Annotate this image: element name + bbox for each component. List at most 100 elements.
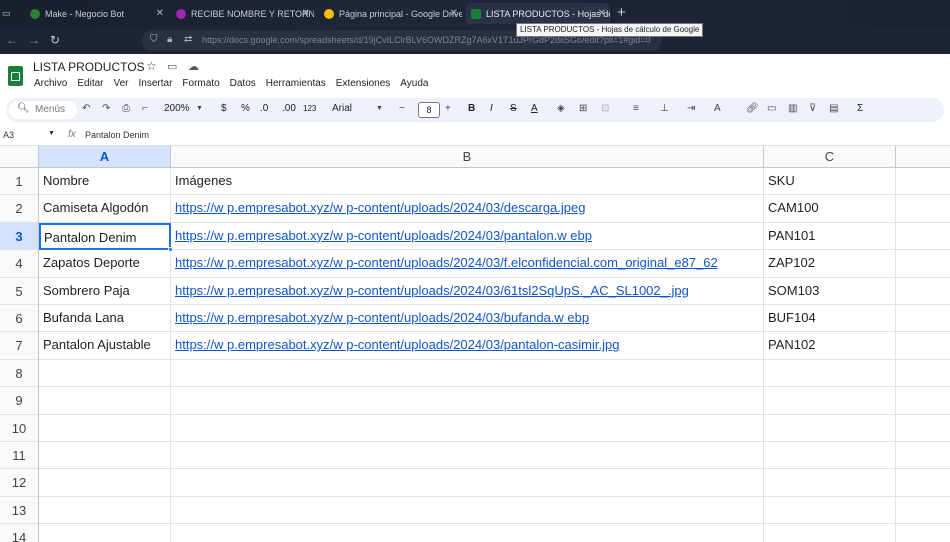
shield-icon[interactable]: ⛉: [150, 34, 158, 45]
cell-d11[interactable]: [896, 442, 950, 470]
browser-tab-make[interactable]: Make - Negocio Bot ✕: [28, 3, 168, 24]
increase-font-size-button[interactable]: +: [445, 103, 451, 114]
functions-button[interactable]: Σ: [857, 103, 863, 114]
star-icon[interactable]: ☆: [146, 59, 157, 73]
back-icon[interactable]: ←: [6, 33, 18, 47]
formula-input[interactable]: Pantalon Denim: [85, 130, 149, 140]
cell-d6[interactable]: [896, 305, 950, 333]
filter-icon[interactable]: ⊽: [809, 103, 816, 114]
close-icon[interactable]: ✕: [450, 8, 458, 19]
zoom-select[interactable]: 200%: [164, 103, 190, 114]
paint-format-icon[interactable]: ⌐: [142, 103, 148, 114]
cell-a14[interactable]: [39, 524, 171, 542]
undo-icon[interactable]: ↶: [82, 103, 90, 114]
insert-chart-icon[interactable]: ▥: [788, 103, 797, 114]
cell-b14[interactable]: [171, 524, 764, 542]
row-header-11[interactable]: 11: [0, 442, 39, 470]
chevron-down-icon[interactable]: ▼: [196, 105, 203, 112]
cell-d3[interactable]: [896, 223, 950, 251]
cell-c6[interactable]: BUF104: [764, 305, 896, 333]
menu-herramientas[interactable]: Herramientas: [266, 78, 326, 89]
number-format-button[interactable]: 123: [303, 104, 316, 113]
cell-a5[interactable]: Sombrero Paja: [39, 277, 171, 305]
percent-button[interactable]: %: [241, 103, 250, 114]
browser-tab-recibe[interactable]: RECIBE NOMBRE Y RETORNA U ✕: [174, 3, 314, 24]
cell-a11[interactable]: [39, 442, 171, 470]
row-header-9[interactable]: 9: [0, 387, 39, 415]
cell-d10[interactable]: [896, 415, 950, 442]
borders-icon[interactable]: ⊞: [579, 103, 587, 114]
cell-a8[interactable]: [39, 359, 171, 388]
url-link-cell[interactable]: https://w p.empresabot.xyz/w p-content/u…: [171, 250, 764, 278]
move-folder-icon[interactable]: ▭: [167, 60, 177, 73]
menu-datos[interactable]: Datos: [230, 78, 256, 89]
cell-b9[interactable]: [171, 387, 764, 415]
redo-icon[interactable]: ↷: [102, 103, 110, 114]
bold-button[interactable]: B: [468, 103, 475, 114]
font-select[interactable]: Arial: [332, 103, 352, 114]
column-header-a[interactable]: A: [39, 146, 171, 168]
row-header-14[interactable]: 14: [0, 524, 39, 542]
tune-icon[interactable]: ⇄: [184, 34, 192, 45]
increase-decimal-button[interactable]: .00: [282, 103, 296, 114]
close-icon[interactable]: ✕: [156, 8, 164, 19]
row-header-7[interactable]: 7: [0, 332, 39, 360]
text-rotation-icon[interactable]: A: [714, 103, 721, 114]
filter-views-icon[interactable]: ▤: [829, 103, 838, 114]
name-box[interactable]: A3: [3, 130, 14, 140]
reload-icon[interactable]: ↻: [50, 33, 60, 47]
cell-c3[interactable]: PAN101: [764, 222, 896, 251]
column-header-b[interactable]: B: [171, 146, 764, 168]
comment-icon[interactable]: ▭: [767, 103, 776, 114]
cell-a3[interactable]: Pantalon Denim: [39, 222, 171, 251]
column-header-d[interactable]: [896, 146, 950, 168]
cell-c10[interactable]: [764, 414, 896, 442]
font-size-input[interactable]: 8: [418, 102, 440, 118]
row-header-6[interactable]: 6: [0, 305, 39, 333]
row-header-10[interactable]: 10: [0, 414, 39, 442]
menu-search[interactable]: 🔍︎ Menús: [9, 101, 77, 119]
text-color-icon[interactable]: A: [531, 103, 538, 114]
tab-list-icon[interactable]: ▭: [2, 3, 12, 24]
cell-c14[interactable]: [764, 524, 896, 542]
url-link-cell[interactable]: https://w p.empresabot.xyz/w p-content/u…: [171, 222, 764, 251]
decrease-font-size-button[interactable]: −: [399, 103, 405, 114]
cell-a6[interactable]: Bufanda Lana: [39, 305, 171, 333]
print-icon[interactable]: ⎙: [122, 103, 130, 114]
cell-d13[interactable]: [896, 497, 950, 525]
cell-c2[interactable]: CAM100: [764, 195, 896, 223]
currency-button[interactable]: $: [221, 103, 227, 114]
cell-b1[interactable]: Imágenes: [171, 168, 764, 196]
decrease-decimal-button[interactable]: .0: [260, 103, 268, 114]
cell-b13[interactable]: [171, 496, 764, 525]
cell-c9[interactable]: [764, 387, 896, 415]
column-header-c[interactable]: C: [764, 146, 896, 168]
row-header-12[interactable]: 12: [0, 469, 39, 497]
menu-extensiones[interactable]: Extensiones: [336, 78, 390, 89]
merge-cells-icon[interactable]: ⊡: [601, 103, 609, 114]
cell-d12[interactable]: [896, 469, 950, 497]
row-header-3[interactable]: 3: [0, 222, 39, 251]
align-horizontal-icon[interactable]: ≡: [633, 103, 639, 114]
cell-c5[interactable]: SOM103: [764, 277, 896, 305]
chevron-down-icon[interactable]: ▼: [48, 130, 55, 137]
cell-b11[interactable]: [171, 442, 764, 470]
close-icon[interactable]: ✕: [302, 8, 310, 19]
strikethrough-icon[interactable]: S: [510, 103, 517, 114]
cell-d9[interactable]: [896, 387, 950, 415]
cell-a2[interactable]: Camiseta Algodón: [39, 195, 171, 223]
cell-d1[interactable]: [896, 168, 950, 196]
cell-d8[interactable]: [896, 360, 950, 388]
cell-c1[interactable]: SKU: [764, 168, 896, 196]
new-tab-icon[interactable]: +: [617, 4, 626, 21]
browser-tab-drive[interactable]: Página principal - Google Drive ✕: [322, 3, 462, 24]
row-header-2[interactable]: 2: [0, 195, 39, 223]
text-wrap-icon[interactable]: ⇥: [687, 103, 695, 114]
chevron-down-icon[interactable]: ▼: [376, 105, 383, 112]
cell-c11[interactable]: [764, 442, 896, 470]
menu-archivo[interactable]: Archivo: [34, 78, 67, 89]
spreadsheet-grid[interactable]: A B C 1 Nombre Imágenes SKU 2 Camiseta Algodón ht…: [0, 146, 950, 542]
cell-a4[interactable]: Zapatos Deporte: [39, 250, 171, 278]
cell-a7[interactable]: Pantalon Ajustable: [39, 332, 171, 360]
url-link-cell[interactable]: https://w p.empresabot.xyz/w p-content/u…: [171, 195, 764, 223]
